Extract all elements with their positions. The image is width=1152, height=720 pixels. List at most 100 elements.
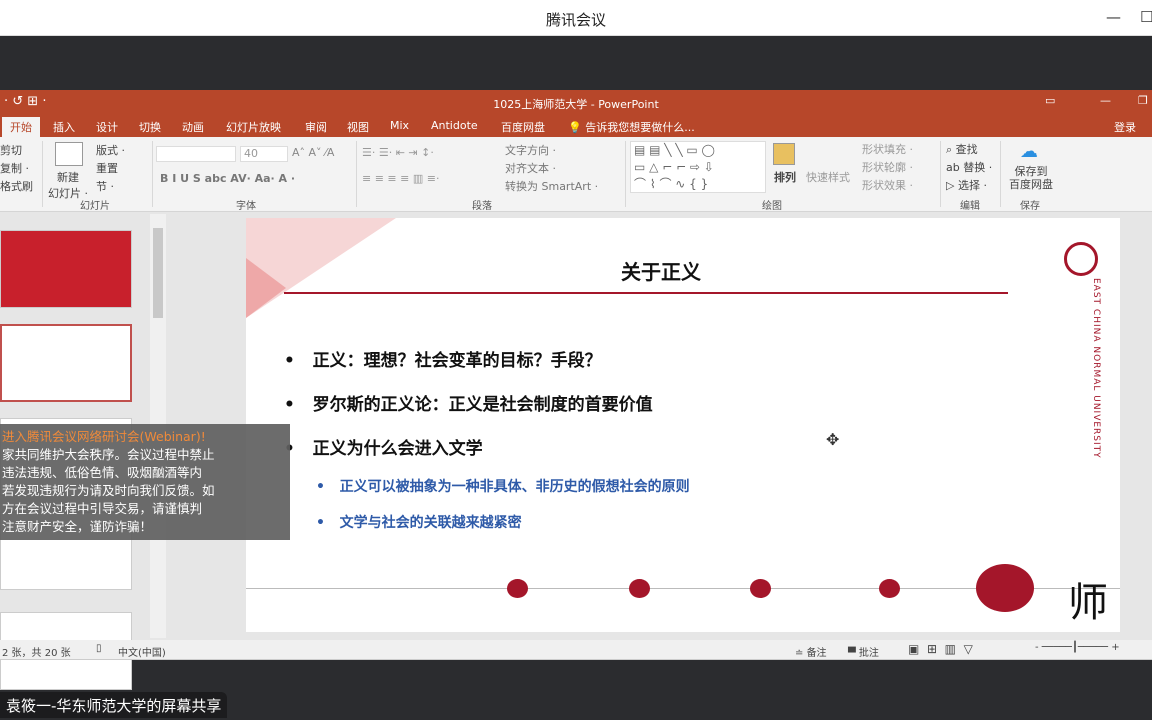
move-cursor-icon: ✥ [826, 430, 840, 449]
notice-line: 注意财产安全，谨防诈骗！ [2, 519, 153, 534]
minimize-button[interactable]: — [1106, 8, 1121, 26]
reset-button[interactable]: 重置 [96, 160, 118, 176]
tencent-title-bar: 腾讯会议 — ☐ [0, 0, 1152, 36]
notice-heading: 进入腾讯会议网络研讨会(Webinar)! [2, 429, 206, 444]
tell-me-box[interactable]: 💡 告诉我您想要做什么... [568, 119, 695, 135]
tab-animations[interactable]: 动画 [182, 119, 204, 135]
meeting-notice-overlay: 进入腾讯会议网络研讨会(Webinar)! 家共同维护大会秩序。会议过程中禁止 … [0, 424, 290, 540]
new-slide-icon [55, 142, 83, 166]
shapes-gallery[interactable]: ▤ ▤ ╲ ╲ ▭ ◯ ▭ △ ⌐ ⌐ ⇨ ⇩ ⌒ ⌇ ⌒ ∿ { } [630, 141, 766, 193]
smartart-button[interactable]: 转换为 SmartArt · [505, 178, 598, 194]
layout-button[interactable]: 版式 · [96, 142, 125, 158]
text-direction-button[interactable]: 文字方向 · [505, 142, 556, 158]
copy-button[interactable]: 复制 · [0, 160, 29, 176]
timeline-dot [629, 579, 650, 598]
notice-line: 家共同维护大会秩序。会议过程中禁止 [2, 447, 215, 462]
group-slides: 幻灯片 [80, 201, 110, 212]
title-underline [284, 292, 1008, 294]
powerpoint-title-bar: · ↺ ⊞ · 1025上海师范大学 - PowerPoint ▭ — ❐ [0, 90, 1152, 115]
tab-view[interactable]: 视图 [347, 119, 369, 135]
find-label: 查找 [955, 143, 978, 156]
tab-slideshow[interactable]: 幻灯片放映 [226, 119, 281, 135]
group-save: 保存 [1020, 201, 1040, 212]
shape-fill-button[interactable]: 形状填充 · [862, 141, 913, 157]
spellcheck-icon[interactable]: ▯ [96, 643, 102, 654]
arrange-icon [773, 143, 795, 165]
screen-share-label: 袁筱一-华东师范大学的屏幕共享 [0, 692, 228, 718]
tab-antidote[interactable]: Antidote [431, 119, 478, 132]
slide-canvas: 关于正义 EAST CHINA NORMAL UNIVERSITY • 正义：理… [246, 218, 1120, 632]
view-buttons[interactable]: ▣ ⊞ ▥ ▽ [908, 642, 973, 656]
ecnu-logo-icon [1064, 242, 1098, 276]
bullet-1-text: 正义：理想？社会变革的目标？手段？ [312, 351, 602, 371]
slide-count: 2 张，共 20 张 [2, 648, 71, 659]
slide-title: 关于正义 [621, 260, 701, 284]
document-title: 1025上海师范大学 - PowerPoint [493, 98, 659, 111]
align-buttons[interactable]: ≡ ≡ ≡ ≡ ▥ ≡· [362, 172, 439, 185]
timeline-dot [507, 579, 528, 598]
replace-label: 替换 · [963, 161, 993, 174]
ecnu-logo-text: EAST CHINA NORMAL UNIVERSITY [1091, 278, 1101, 459]
app-title: 腾讯会议 [545, 11, 606, 29]
align-text-button[interactable]: 对齐文本 · [505, 160, 556, 176]
comments-label: 批注 [858, 648, 879, 659]
tab-review[interactable]: 审阅 [305, 119, 327, 135]
slide-thumbnail-1[interactable] [0, 230, 132, 308]
zoom-slider[interactable]: - ─────┃───── + [1035, 642, 1120, 653]
group-font: 字体 [236, 201, 256, 212]
replace-button[interactable]: ab 替换 · [946, 159, 992, 175]
sub-bullet-2-text: 文学与社会的关联越来越紧密 [339, 515, 522, 531]
tab-design[interactable]: 设计 [96, 119, 118, 135]
shape-outline-button[interactable]: 形状轮廓 · [862, 159, 913, 175]
comments-button[interactable]: ▀ 批注 [848, 644, 879, 659]
group-drawing: 绘图 [762, 201, 782, 212]
restore-icon[interactable]: ❐ [1138, 94, 1148, 107]
bullet-3: • 正义为什么会进入文学 [284, 439, 483, 459]
tab-mix[interactable]: Mix [390, 119, 409, 132]
tab-home[interactable]: 开始 [2, 117, 40, 137]
tab-insert[interactable]: 插入 [53, 119, 75, 135]
baidu-cloud-icon: ☁ [1020, 141, 1038, 162]
ribbon: 剪切 复制 · 格式刷 新建 幻灯片 · 版式 · 重置 节 · 幻灯片 40 … [0, 137, 1152, 212]
list-buttons[interactable]: ☰· ☰· ⇤ ⇥ ↕· [362, 146, 434, 159]
font-format-buttons[interactable]: B I U S abc AV· Aa· A · [160, 172, 295, 185]
select-label: 选择 · [957, 179, 987, 192]
arrange-button[interactable]: 排列 [774, 169, 796, 185]
ribbon-display-icon[interactable]: ▭ [1045, 94, 1055, 107]
bullet-2-text: 罗尔斯的正义论：正义是社会制度的首要价值 [312, 395, 653, 415]
bullet-2: • 罗尔斯的正义论：正义是社会制度的首要价值 [284, 395, 653, 415]
sub-bullet-1: • 正义可以被抽象为一种非具体、非历史的假想社会的原则 [316, 479, 690, 495]
font-name-input[interactable] [156, 146, 236, 162]
shape-effect-button[interactable]: 形状效果 · [862, 177, 913, 193]
bullet-1: • 正义：理想？社会变革的目标？手段？ [284, 351, 602, 371]
notes-button[interactable]: ≐ 备注 [795, 644, 827, 659]
maximize-button[interactable]: ☐ [1140, 8, 1152, 26]
minimize-icon[interactable]: — [1100, 94, 1111, 107]
sub-bullet-2: • 文学与社会的关联越来越紧密 [316, 515, 522, 531]
notice-line: 方在会议过程中引导交易，请谨慎判 [2, 501, 203, 516]
font-size-input[interactable]: 40 [240, 146, 288, 162]
language[interactable]: 中文(中国) [118, 644, 166, 659]
quick-style-button[interactable]: 快速样式 [806, 169, 850, 185]
group-paragraph: 段落 [472, 201, 492, 212]
timeline-dot-large [976, 564, 1034, 612]
tab-baidu[interactable]: 百度网盘 [501, 119, 545, 135]
bullet-3-text: 正义为什么会进入文学 [312, 439, 483, 459]
status-bar: 2 张，共 20 张 ▯ 中文(中国) ≐ 备注 ▀ 批注 ▣ ⊞ ▥ ▽ - … [0, 640, 1152, 660]
format-painter-button[interactable]: 格式刷 [0, 178, 33, 194]
notice-line: 违法违规、低俗色情、吸烟酗酒等内 [2, 465, 203, 480]
login-button[interactable]: 登录 [1114, 119, 1136, 135]
section-button[interactable]: 节 · [96, 178, 114, 194]
ribbon-tabs: 开始 插入 设计 切换 动画 幻灯片放映 审阅 视图 Mix Antidote … [0, 115, 1152, 137]
find-button[interactable]: ⌕ 查找 [946, 141, 978, 157]
font-grow-shrink-icon[interactable]: A˄ A˅ ⁄A [292, 146, 334, 159]
cut-button[interactable]: 剪切 [0, 142, 22, 158]
tell-me-text: 告诉我您想要做什么... [585, 121, 695, 134]
notice-line: 若发现违规行为请及时向我们反馈。如 [2, 483, 215, 498]
tab-transitions[interactable]: 切换 [139, 119, 161, 135]
slide-thumbnail-2[interactable] [0, 324, 132, 402]
group-editing: 编辑 [960, 201, 980, 212]
save-baidu-button[interactable]: 保存到 百度网盘 [1009, 165, 1053, 191]
select-button[interactable]: ▷ 选择 · [946, 177, 987, 193]
notes-label: 备注 [806, 648, 827, 659]
